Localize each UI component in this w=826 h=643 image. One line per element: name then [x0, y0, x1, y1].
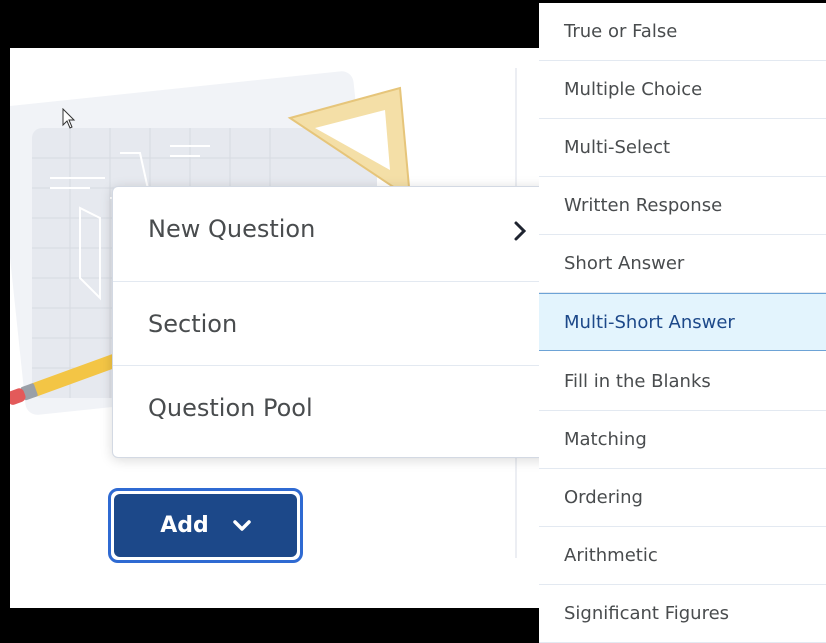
submenu-item-short-answer[interactable]: Short Answer [539, 235, 826, 293]
submenu-item-label: Matching [564, 429, 647, 450]
submenu-item-written-response[interactable]: Written Response [539, 177, 826, 235]
menu-item-section[interactable]: Section [113, 281, 551, 365]
submenu-item-label: Multiple Choice [564, 79, 703, 100]
submenu-item-matching[interactable]: Matching [539, 411, 826, 469]
chevron-right-icon [514, 221, 527, 241]
add-button[interactable]: Add [108, 488, 303, 563]
submenu-item-label: Written Response [564, 195, 723, 216]
submenu-item-label: Short Answer [564, 253, 685, 274]
submenu-item-significant-figures[interactable]: Significant Figures [539, 585, 826, 643]
submenu-item-label: Arithmetic [564, 545, 658, 566]
add-button-body[interactable]: Add [114, 494, 297, 557]
menu-item-label: Question Pool [148, 394, 313, 422]
mouse-cursor-icon [62, 108, 76, 129]
add-button-label: Add [160, 513, 209, 538]
menu-item-new-question[interactable]: New Question [113, 187, 551, 271]
submenu-item-multi-select[interactable]: Multi-Select [539, 119, 826, 177]
submenu-item-true-or-false[interactable]: True or False [539, 3, 826, 61]
menu-item-label: New Question [148, 215, 316, 243]
submenu-item-label: Significant Figures [564, 603, 730, 624]
submenu-item-multi-short-answer[interactable]: Multi-Short Answer [539, 293, 826, 351]
submenu-item-label: Ordering [564, 487, 643, 508]
submenu-item-label: Fill in the Blanks [564, 371, 711, 392]
chevron-down-icon [233, 519, 251, 531]
submenu-item-ordering[interactable]: Ordering [539, 469, 826, 527]
submenu-item-label: Multi-Select [564, 137, 671, 158]
add-dropdown-menu: New Question Section Question Pool [112, 186, 552, 458]
menu-item-label: Section [148, 310, 238, 338]
submenu-item-multiple-choice[interactable]: Multiple Choice [539, 61, 826, 119]
submenu-item-arithmetic[interactable]: Arithmetic [539, 527, 826, 585]
menu-item-question-pool[interactable]: Question Pool [113, 365, 551, 449]
submenu-item-label: Multi-Short Answer [564, 312, 735, 333]
submenu-item-label: True or False [564, 21, 678, 42]
submenu-item-fill-in-the-blanks[interactable]: Fill in the Blanks [539, 353, 826, 411]
question-type-submenu: True or False Multiple Choice Multi-Sele… [539, 3, 826, 643]
